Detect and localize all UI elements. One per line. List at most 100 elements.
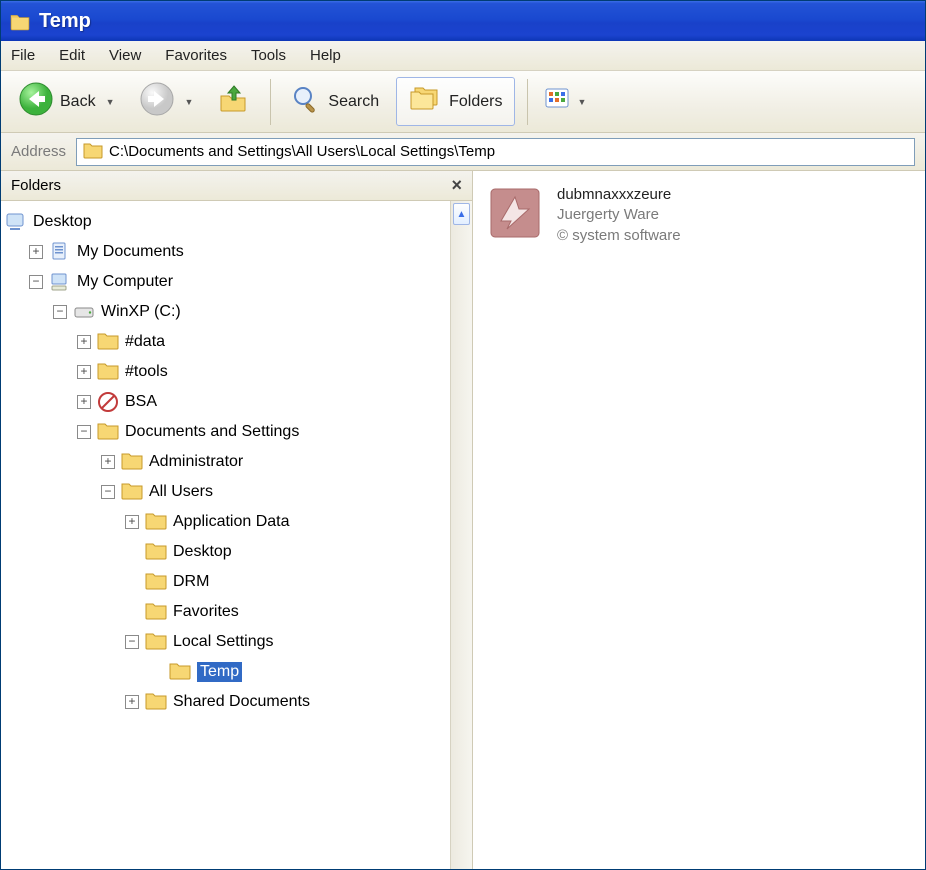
views-button[interactable]: ▼ [540, 83, 591, 120]
bsa-icon [97, 391, 119, 413]
search-button[interactable]: Search [283, 78, 386, 125]
folder-icon [145, 541, 167, 563]
file-list[interactable]: dubmnaxxxzeure Juergerty Ware © system s… [473, 171, 925, 869]
collapse-icon[interactable]: − [77, 425, 91, 439]
tree-label: Shared Documents [173, 693, 310, 711]
tree-node-shared-docs[interactable]: + Shared Documents [5, 687, 446, 717]
search-icon [290, 83, 322, 120]
menu-tools[interactable]: Tools [251, 47, 286, 64]
menu-view[interactable]: View [109, 47, 141, 64]
tree-label: DRM [173, 573, 209, 591]
folder-icon [145, 571, 167, 593]
folders-icon [409, 84, 443, 119]
up-button[interactable] [210, 77, 258, 126]
tree-label: Local Settings [173, 633, 274, 651]
tree-node-data[interactable]: + #data [5, 327, 446, 357]
tree-node-drive-c[interactable]: − WinXP (C:) [5, 297, 446, 327]
toolbar-separator [527, 79, 528, 125]
file-copyright: © system software [557, 226, 681, 246]
file-meta: dubmnaxxxzeure Juergerty Ware © system s… [557, 185, 681, 246]
address-field[interactable]: C:\Documents and Settings\All Users\Loca… [76, 138, 915, 166]
address-label: Address [11, 143, 66, 160]
folder-icon [97, 361, 119, 383]
up-folder-icon [217, 82, 251, 121]
desktop-icon [5, 211, 27, 233]
expand-icon[interactable]: + [125, 515, 139, 529]
menu-file[interactable]: File [11, 47, 35, 64]
tree-label: Desktop [33, 213, 92, 231]
close-folders-pane-icon[interactable]: × [451, 175, 462, 196]
tree-node-bsa[interactable]: + BSA [5, 387, 446, 417]
tree-label: My Documents [77, 243, 184, 261]
folder-icon [97, 331, 119, 353]
scroll-up-icon[interactable]: ▲ [453, 203, 470, 225]
window-folder-icon [9, 10, 31, 32]
tree-label: WinXP (C:) [101, 303, 181, 321]
expand-icon[interactable]: + [101, 455, 115, 469]
search-label: Search [328, 93, 379, 111]
tree-label: Desktop [173, 543, 232, 561]
tree-node-tools[interactable]: + #tools [5, 357, 446, 387]
expand-icon[interactable]: + [125, 695, 139, 709]
work-area: Folders × Desktop + [1, 171, 925, 869]
tree-node-favorites[interactable]: Favorites [5, 597, 446, 627]
folder-open-icon [121, 481, 143, 503]
folders-button[interactable]: Folders [396, 77, 515, 126]
folder-icon [121, 451, 143, 473]
folders-label: Folders [449, 93, 502, 111]
tree-label: Application Data [173, 513, 290, 531]
tree-node-docs-settings[interactable]: − Documents and Settings [5, 417, 446, 447]
back-label: Back [60, 93, 96, 111]
address-path: C:\Documents and Settings\All Users\Loca… [109, 143, 495, 160]
folder-tree[interactable]: Desktop + My Documents − [1, 201, 450, 869]
menubar: File Edit View Favorites Tools Help [1, 41, 925, 71]
collapse-icon[interactable]: − [53, 305, 67, 319]
my-documents-icon [49, 241, 71, 263]
forward-arrow-icon [139, 81, 175, 122]
menu-favorites[interactable]: Favorites [165, 47, 227, 64]
menu-edit[interactable]: Edit [59, 47, 85, 64]
collapse-icon[interactable]: − [29, 275, 43, 289]
back-arrow-icon [18, 81, 54, 122]
tree-node-administrator[interactable]: + Administrator [5, 447, 446, 477]
tree-label: #data [125, 333, 165, 351]
tree-node-temp[interactable]: Temp [5, 657, 446, 687]
folder-open-icon [97, 421, 119, 443]
file-item[interactable]: dubmnaxxxzeure Juergerty Ware © system s… [487, 185, 911, 246]
tree-node-app-data[interactable]: + Application Data [5, 507, 446, 537]
menu-help[interactable]: Help [310, 47, 341, 64]
tree-node-desktop2[interactable]: Desktop [5, 537, 446, 567]
folder-icon [145, 691, 167, 713]
folders-pane: Folders × Desktop + [1, 171, 473, 869]
titlebar: Temp [1, 1, 925, 41]
tree-node-desktop[interactable]: Desktop [5, 207, 446, 237]
file-name: dubmnaxxxzeure [557, 185, 681, 205]
tree-node-my-computer[interactable]: − My Computer [5, 267, 446, 297]
tree-node-drm[interactable]: DRM [5, 567, 446, 597]
forward-button[interactable]: ▼ [132, 76, 201, 127]
folder-icon [145, 601, 167, 623]
back-button[interactable]: Back ▼ [11, 76, 122, 127]
collapse-icon[interactable]: − [125, 635, 139, 649]
expand-icon[interactable]: + [77, 335, 91, 349]
folders-pane-title: Folders [11, 177, 61, 194]
tree-node-local-settings[interactable]: − Local Settings [5, 627, 446, 657]
forward-dropdown-icon[interactable]: ▼ [185, 97, 194, 107]
tree-label: Documents and Settings [125, 423, 299, 441]
collapse-icon[interactable]: − [101, 485, 115, 499]
pdf-file-icon [487, 185, 543, 241]
views-icon [545, 88, 573, 115]
toolbar: Back ▼ ▼ [1, 71, 925, 133]
tree-label-selected: Temp [197, 662, 242, 682]
back-dropdown-icon[interactable]: ▼ [106, 97, 115, 107]
tree-node-my-documents[interactable]: + My Documents [5, 237, 446, 267]
tree-label: Favorites [173, 603, 239, 621]
expand-icon[interactable]: + [29, 245, 43, 259]
window-title: Temp [39, 10, 91, 33]
expand-icon[interactable]: + [77, 395, 91, 409]
tree-scrollbar[interactable]: ▲ [450, 201, 472, 869]
views-dropdown-icon[interactable]: ▼ [577, 97, 586, 107]
address-folder-icon [83, 141, 103, 163]
tree-node-all-users[interactable]: − All Users [5, 477, 446, 507]
expand-icon[interactable]: + [77, 365, 91, 379]
